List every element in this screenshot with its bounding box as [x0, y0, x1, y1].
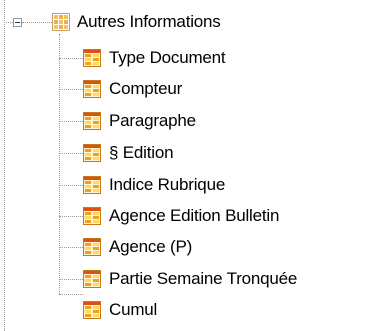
table-field-icon	[83, 238, 101, 256]
table-field-icon	[83, 176, 101, 194]
tree-node-agence-edition-bulletin[interactable]: Agence Edition Bulletin	[83, 203, 279, 229]
tree-node-label: Indice Rubrique	[109, 175, 226, 194]
tree-node-label: Type Document	[109, 48, 226, 67]
tree-guide-line	[4, 22, 13, 23]
table-field-icon	[83, 112, 101, 130]
table-field-icon	[83, 144, 101, 162]
tree-guide-line	[59, 58, 83, 59]
tree-node-label: Autres Informations	[77, 12, 221, 31]
tree-node-label: Compteur	[109, 79, 183, 98]
tree-node-section-edition[interactable]: § Edition	[83, 140, 174, 166]
tree-node-partie-semaine-tronquee[interactable]: Partie Semaine Tronquée	[83, 266, 297, 292]
tree-guide-line	[22, 22, 52, 23]
table-field-icon	[83, 270, 101, 288]
tree-node-type-document[interactable]: Type Document	[83, 45, 226, 71]
tree-guide-line	[59, 279, 83, 280]
tree-guide-line	[59, 89, 83, 90]
tree-node-label: Agence (P)	[109, 237, 193, 256]
tree-guide-line	[59, 247, 83, 248]
tree-node-label: § Edition	[109, 143, 174, 162]
collapse-toggle-icon[interactable]	[13, 18, 22, 27]
table-group-icon	[52, 13, 70, 31]
tree-node-autres-informations[interactable]: Autres Informations	[52, 9, 221, 35]
tree-guide-line	[59, 216, 83, 217]
tree-node-label: Paragraphe	[109, 111, 196, 130]
tree-guide-line	[59, 153, 83, 154]
tree-node-indice-rubrique[interactable]: Indice Rubrique	[83, 172, 225, 198]
tree-node-agence-p[interactable]: Agence (P)	[83, 234, 192, 260]
table-field-icon	[83, 49, 101, 67]
tree-node-cumul[interactable]: Cumul	[83, 297, 157, 323]
table-field-icon	[83, 207, 101, 225]
tree-node-paragraphe[interactable]: Paragraphe	[83, 108, 196, 134]
tree-node-label: Agence Edition Bulletin	[109, 206, 280, 225]
tree-guide-line	[59, 294, 83, 295]
tree-guide-line	[59, 185, 83, 186]
tree-guide-line	[59, 121, 83, 122]
tree-node-label: Partie Semaine Tronquée	[109, 269, 298, 288]
tree-view: Autres Informations Type Document Compte…	[0, 0, 366, 331]
tree-node-compteur[interactable]: Compteur	[83, 76, 182, 102]
table-field-icon	[83, 80, 101, 98]
tree-node-label: Cumul	[109, 300, 158, 319]
tree-guide-line	[59, 34, 60, 294]
tree-guide-line	[4, 0, 5, 331]
table-field-icon	[83, 301, 101, 319]
